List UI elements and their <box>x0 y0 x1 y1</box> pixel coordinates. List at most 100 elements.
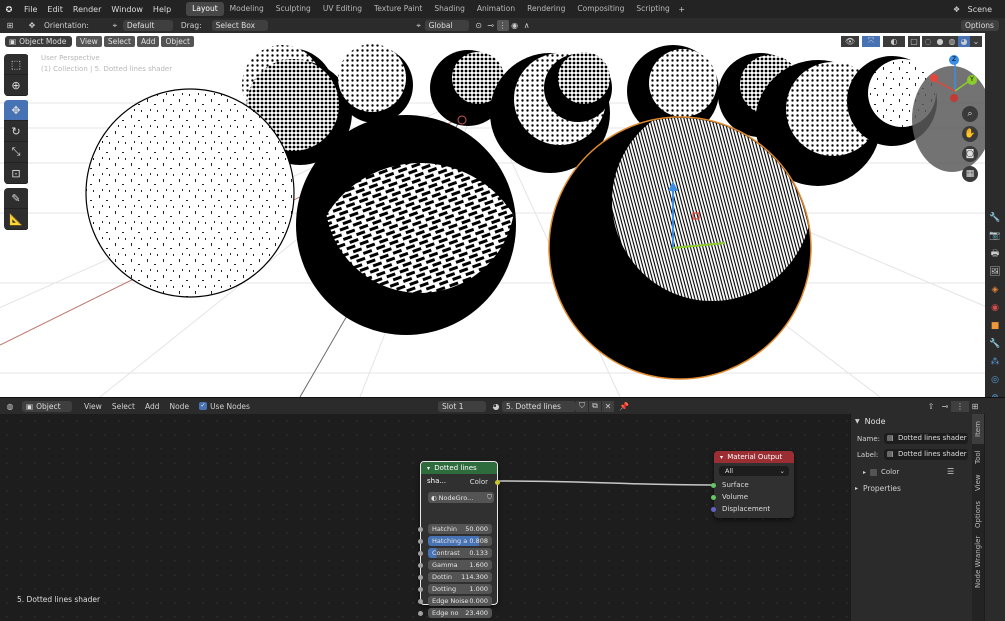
slot-dropdown[interactable]: Slot 1 <box>437 400 486 412</box>
zoom-icon[interactable]: ⌕ <box>962 106 978 122</box>
snap-icon[interactable]: ⊸ <box>485 20 497 31</box>
annotate-tool-icon[interactable]: ✎ <box>4 188 28 209</box>
menu-window[interactable]: Window <box>106 5 148 14</box>
object-properties-icon[interactable]: ■ <box>985 317 1005 335</box>
tab-compositing[interactable]: Compositing <box>571 2 630 16</box>
sidebar-tab-view[interactable]: View <box>972 470 984 496</box>
displacement-input-socket[interactable] <box>711 507 716 512</box>
sidebar-tab-node-wrangler[interactable]: Node Wrangler <box>972 532 984 592</box>
snap-element-icon[interactable]: ⋮ <box>951 400 969 412</box>
label-field[interactable]: ▤ Dotted lines shader <box>884 449 968 460</box>
scene-properties-icon[interactable]: ◈ <box>985 281 1005 299</box>
name-field[interactable]: ▤ Dotted lines shader <box>884 433 968 444</box>
xray-icon[interactable]: ▢ <box>908 35 920 47</box>
tab-shading[interactable]: Shading <box>428 2 470 16</box>
sidebar-toggle-icon[interactable]: ⊞ <box>969 401 981 412</box>
gizmo-z-axis[interactable]: Z <box>949 55 959 65</box>
measure-tool-icon[interactable]: 📐 <box>4 209 28 230</box>
viewport-menu-add[interactable]: Add <box>136 35 160 47</box>
mode-dropdown[interactable]: ▣ Object Mode <box>5 35 72 47</box>
tab-sculpting[interactable]: Sculpting <box>270 2 317 16</box>
select-box-tool-icon[interactable]: ⬚ <box>4 54 28 75</box>
orientation-dropdown[interactable]: Default <box>122 20 173 31</box>
group-input-socket[interactable] <box>418 611 423 616</box>
group-input-field[interactable]: Hatching a 0.808 <box>428 536 492 546</box>
modifier-properties-icon[interactable]: 🔧 <box>985 335 1005 353</box>
duplicate-material-icon[interactable]: ⧉ <box>588 400 601 412</box>
group-input-socket[interactable] <box>418 539 423 544</box>
snapping-icon[interactable]: ⊸ <box>939 401 951 412</box>
3d-viewport[interactable]: User Perspective (1) Collection | 5. Dot… <box>0 33 985 397</box>
tab-texture-paint[interactable]: Texture Paint <box>368 2 428 16</box>
group-input-field[interactable]: Edge no 23.400 <box>428 608 492 618</box>
group-input-socket[interactable] <box>418 527 423 532</box>
transform-orientation-dropdown[interactable]: Global <box>424 20 469 31</box>
visibility-icon[interactable]: 👁 <box>841 35 859 47</box>
color-output-socket[interactable] <box>495 480 500 485</box>
scale-tool-icon[interactable]: ⤡ <box>4 142 28 163</box>
scene-name[interactable]: Scene <box>963 5 997 14</box>
node-group-selector[interactable]: ◐ NodeGro... ⛉ <box>428 492 494 503</box>
grid-view-icon[interactable]: ▦ <box>962 166 978 182</box>
sidebar-tab-options[interactable]: Options <box>972 496 984 532</box>
menu-file[interactable]: File <box>19 5 42 14</box>
gizmo-x-axis[interactable] <box>930 74 938 82</box>
gizmo-neg-z[interactable] <box>950 94 958 102</box>
shading-material-icon[interactable]: ◍ <box>946 35 958 47</box>
shading-solid-icon[interactable]: ● <box>934 35 946 47</box>
sidebar-tab-item[interactable]: Item <box>972 414 984 444</box>
group-input-socket[interactable] <box>418 575 423 580</box>
node-group-fake-user-icon[interactable]: ⛉ <box>487 493 492 502</box>
options-dropdown[interactable]: Options <box>961 20 999 31</box>
drag-dropdown[interactable]: Select Box <box>211 20 268 31</box>
proportional-edit-icon[interactable]: ◉ <box>509 20 521 31</box>
viewport-menu-view[interactable]: View <box>76 35 102 47</box>
unlink-material-icon[interactable]: ✕ <box>601 400 614 412</box>
menu-render[interactable]: Render <box>68 5 106 14</box>
material-browse-icon[interactable]: ◕ <box>490 401 502 412</box>
color-checkbox[interactable] <box>870 468 878 476</box>
group-input-socket[interactable] <box>418 551 423 556</box>
collapse-arrow-icon[interactable]: ▾ <box>720 454 723 461</box>
node-menu-add[interactable]: Add <box>145 402 160 411</box>
move-tool-icon[interactable]: ✥ <box>4 100 28 121</box>
viewport-menu-object[interactable]: Object <box>161 35 194 47</box>
group-input-socket[interactable] <box>418 563 423 568</box>
view-layer-icon[interactable]: 🖼 <box>985 263 1005 281</box>
group-input-field[interactable]: Contrast 0.133 <box>428 548 492 558</box>
dotted-lines-group-node[interactable]: ▾ Dotted lines sha... Color ◐ NodeGro...… <box>418 461 500 618</box>
color-subpanel-header[interactable]: ▸ Color <box>863 468 899 476</box>
group-input-field[interactable]: Hatchin 50.000 <box>428 524 492 534</box>
tool-properties-icon[interactable]: 🔧 <box>985 209 1005 227</box>
add-workspace-icon[interactable]: + <box>676 4 688 15</box>
tab-uv-editing[interactable]: UV Editing <box>317 2 368 16</box>
pan-hand-icon[interactable]: ✋ <box>962 126 978 142</box>
group-input-socket[interactable] <box>418 587 423 592</box>
shading-wireframe-icon[interactable]: ◌ <box>922 35 934 47</box>
menu-help[interactable]: Help <box>148 5 176 14</box>
use-nodes-checkbox[interactable]: ✓ <box>199 402 208 410</box>
node-canvas[interactable]: ▾ Dotted lines sha... Color ◐ NodeGro...… <box>0 414 850 621</box>
tab-scripting[interactable]: Scripting <box>630 2 675 16</box>
sidebar-tab-tool[interactable]: Tool <box>972 444 984 470</box>
overlays-icon[interactable]: ◐ <box>883 35 905 47</box>
group-input-field[interactable]: Gamma 1.600 <box>428 560 492 570</box>
particles-properties-icon[interactable]: ⁂ <box>985 353 1005 371</box>
snap-target-icon[interactable]: ⋮ <box>496 20 509 31</box>
transform-combined-tool-icon[interactable]: ⊡ <box>4 163 28 184</box>
falloff-icon[interactable]: ∧ <box>521 20 533 31</box>
group-input-field[interactable]: Dotting 1.000 <box>428 584 492 594</box>
shader-type-dropdown[interactable]: ▣ Object <box>22 400 72 412</box>
volume-input-socket[interactable] <box>711 495 716 500</box>
node-editor-type-icon[interactable]: ◍ <box>4 401 16 412</box>
collapse-arrow-icon[interactable]: ▾ <box>427 465 430 472</box>
node-menu-view[interactable]: View <box>84 402 102 411</box>
parent-node-tree-icon[interactable]: ⇧ <box>925 401 937 412</box>
render-properties-icon[interactable]: 📷 <box>985 227 1005 245</box>
blender-logo-icon[interactable]: ✪ <box>3 4 15 15</box>
group-input-field[interactable]: Edge Noise 0.000 <box>428 596 492 606</box>
material-name-field[interactable]: 5. Dotted lines shader <box>501 400 576 422</box>
physics-properties-icon[interactable]: ◎ <box>985 371 1005 389</box>
gizmo-y-axis[interactable]: Y <box>967 75 977 85</box>
output-properties-icon[interactable]: 🖶 <box>985 245 1005 263</box>
